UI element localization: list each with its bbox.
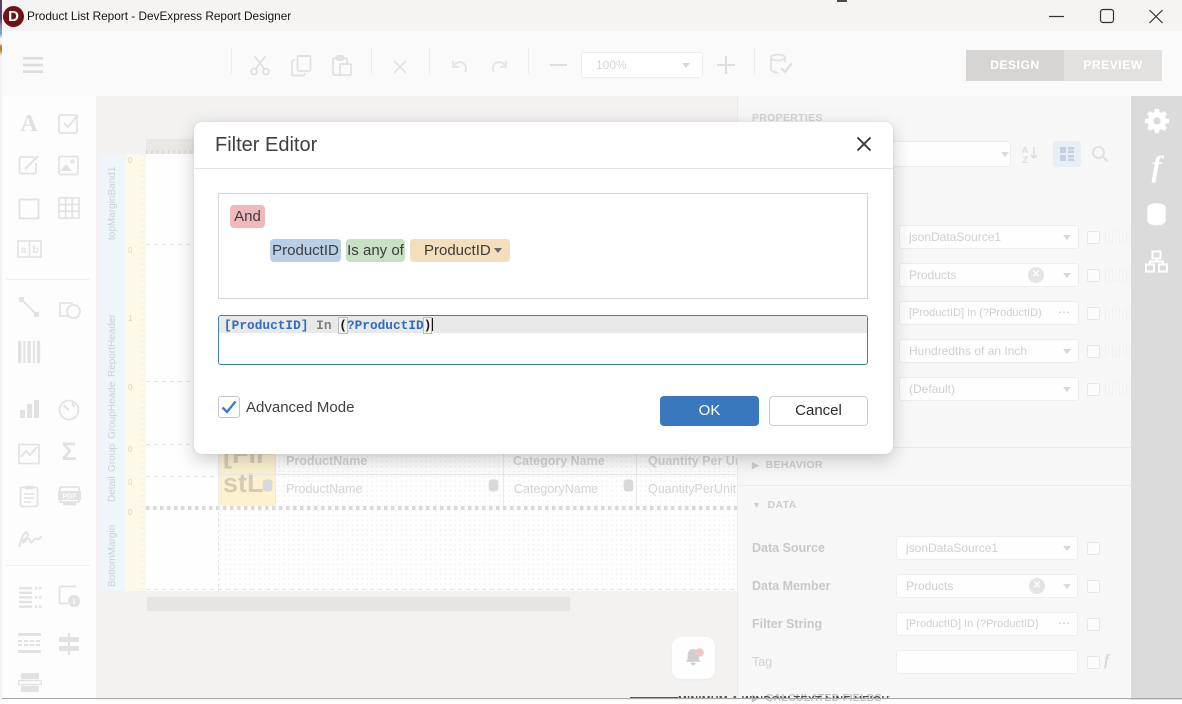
svg-text:i: i (73, 597, 76, 607)
svg-text:PDF: PDF (63, 494, 78, 501)
svg-text:A: A (1022, 145, 1029, 155)
svg-text:Z: Z (1022, 155, 1028, 164)
svg-text:a: a (21, 245, 27, 256)
svg-text:b: b (32, 245, 38, 256)
